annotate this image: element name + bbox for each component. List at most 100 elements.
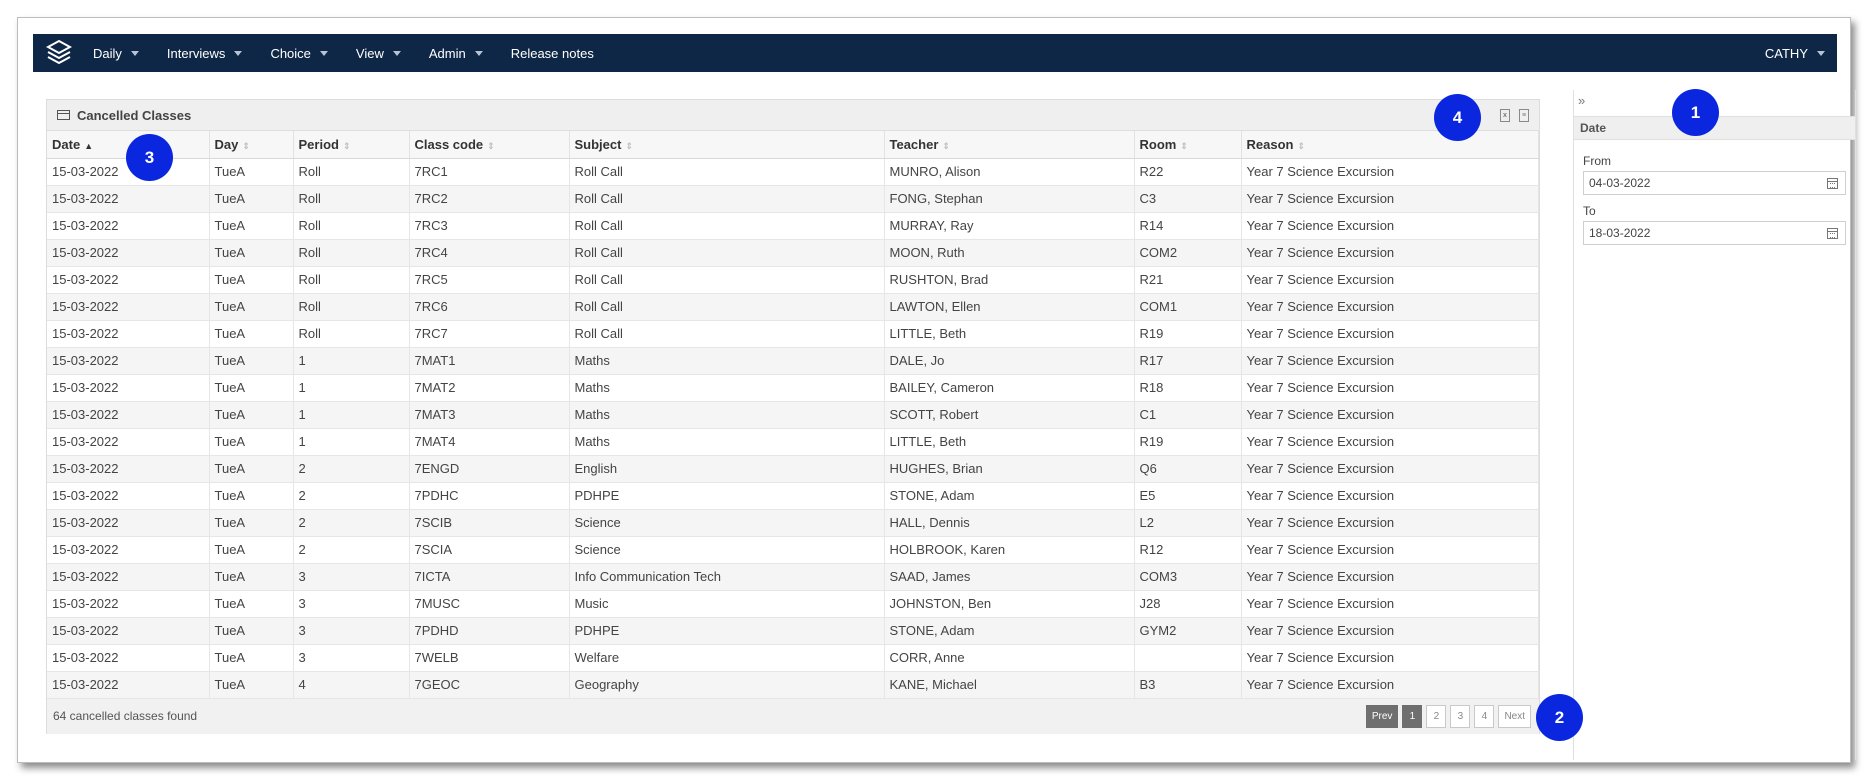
table-cell: 15-03-2022 <box>47 428 210 456</box>
table-row[interactable]: 15-03-2022 TueA 1 7MAT1 Maths DALE, Jo R17 Year… <box>47 347 1539 375</box>
table-cell: TueA <box>209 563 294 591</box>
column-header-day[interactable]: Day ⇕ <box>209 131 294 159</box>
table-row[interactable]: 15-03-2022 TueA 3 7PDHD PDHPE STONE, Adam GYM2… <box>47 617 1539 645</box>
column-header-class-code[interactable]: Class code ⇕ <box>409 131 570 159</box>
table-cell: Year 7 Science Excursion <box>1241 266 1539 294</box>
table-cell: Music <box>569 590 885 618</box>
table-cell: 2 <box>293 509 410 537</box>
table-cell: C3 <box>1134 185 1242 213</box>
table-row[interactable]: 15-03-2022 TueA Roll 7RC6 Roll Call LAWTON, E… <box>47 293 1539 321</box>
table-cell: HUGHES, Brian <box>884 455 1135 483</box>
table-cell: Roll Call <box>569 239 885 267</box>
chevron-down-icon <box>1817 50 1825 56</box>
table-row[interactable]: 15-03-2022 TueA 1 7MAT3 Maths SCOTT, Robert C1… <box>47 401 1539 429</box>
table-row[interactable]: 15-03-2022 TueA 2 7SCIB Science HALL, Dennis L… <box>47 509 1539 537</box>
calendar-icon[interactable] <box>1827 178 1838 189</box>
page-button-4[interactable]: 4 <box>1474 704 1495 728</box>
column-header-room[interactable]: Room ⇕ <box>1134 131 1242 159</box>
table-cell: Year 7 Science Excursion <box>1241 455 1539 483</box>
table-row[interactable]: 15-03-2022 TueA 1 7MAT2 Maths BAILEY, Cameron… <box>47 374 1539 402</box>
table-row[interactable]: 15-03-2022 TueA 3 7ICTA Info Communication T… <box>47 563 1539 591</box>
nav-item-admin[interactable]: Admin <box>415 34 497 72</box>
sort-icon: ⇕ <box>1297 140 1306 151</box>
column-header-teacher[interactable]: Teacher ⇕ <box>884 131 1135 159</box>
nav-item-daily[interactable]: Daily <box>79 34 153 72</box>
column-header-label: Class code <box>414 136 484 152</box>
table-cell: 7RC5 <box>409 266 570 294</box>
table-cell: Welfare <box>569 644 885 672</box>
table-cell: 15-03-2022 <box>47 185 210 213</box>
table-row[interactable]: 15-03-2022 TueA 2 7PDHC PDHPE STONE, Adam E5 Ye… <box>47 482 1539 510</box>
table-cell: COM2 <box>1134 239 1242 267</box>
table-row[interactable]: 15-03-2022 TueA Roll 7RC2 Roll Call FONG, Ste… <box>47 185 1539 213</box>
pagination: Prev 1 2 3 4 Next <box>1365 704 1531 728</box>
table-cell: HOLBROOK, Karen <box>884 536 1135 564</box>
column-header-reason[interactable]: Reason ⇕ <box>1241 131 1539 159</box>
column-header-label: Reason <box>1246 136 1294 152</box>
column-header-period[interactable]: Period ⇕ <box>293 131 410 159</box>
user-menu[interactable]: CATHY <box>1751 34 1837 72</box>
table-row[interactable]: 15-03-2022 TueA Roll 7RC4 Roll Call MOON, Rut… <box>47 239 1539 267</box>
table-cell: TueA <box>209 644 294 672</box>
table-cell: Year 7 Science Excursion <box>1241 536 1539 564</box>
table-row[interactable]: 15-03-2022 TueA 2 7SCIA Science HOLBROOK, Kar… <box>47 536 1539 564</box>
table-cell: 7MAT2 <box>409 374 570 402</box>
table-cell: 7ICTA <box>409 563 570 591</box>
column-header-subject[interactable]: Subject ⇕ <box>569 131 885 159</box>
table-cell <box>1134 644 1242 672</box>
table-cell: LITTLE, Beth <box>884 320 1135 348</box>
table-cell: Year 7 Science Excursion <box>1241 374 1539 402</box>
table-cell: KANE, Michael <box>884 671 1135 699</box>
table-cell: TueA <box>209 536 294 564</box>
nav-item-view[interactable]: View <box>342 34 415 72</box>
page-button-3[interactable]: 3 <box>1450 704 1471 728</box>
table-row[interactable]: 15-03-2022 TueA 2 7ENGD English HUGHES, Brian… <box>47 455 1539 483</box>
table-cell: BAILEY, Cameron <box>884 374 1135 402</box>
page-button-1[interactable]: 1 <box>1402 704 1423 728</box>
table-row[interactable]: 15-03-2022 TueA 3 7WELB Welfare CORR, Anne Yea… <box>47 644 1539 672</box>
calendar-icon[interactable] <box>1827 228 1838 239</box>
table-row[interactable]: 15-03-2022 TueA Roll 7RC3 Roll Call MURRAY, R… <box>47 212 1539 240</box>
excel-export-icon[interactable]: x <box>1500 109 1510 122</box>
prev-page-button[interactable]: Prev <box>1365 704 1399 728</box>
table-cell: C1 <box>1134 401 1242 429</box>
table-row[interactable]: 15-03-2022 TueA 3 7MUSC Music JOHNSTON, Ben J2… <box>47 590 1539 618</box>
column-header-label: Teacher <box>889 136 939 152</box>
table-cell: Year 7 Science Excursion <box>1241 320 1539 348</box>
table-cell: Roll <box>293 293 410 321</box>
table-cell: 7ENGD <box>409 455 570 483</box>
chevron-down-icon <box>392 50 401 56</box>
table-cell: 7RC1 <box>409 158 570 186</box>
table-cell: 7RC6 <box>409 293 570 321</box>
nav-item-choice[interactable]: Choice <box>256 34 341 72</box>
from-date-field[interactable]: 04-03-2022 <box>1583 171 1846 195</box>
table-row[interactable]: 15-03-2022 TueA 1 7MAT4 Maths LITTLE, Beth R19… <box>47 428 1539 456</box>
result-count: 64 cancelled classes found <box>53 709 198 723</box>
table-cell: COM1 <box>1134 293 1242 321</box>
callout-badge-2: 2 <box>1536 694 1583 741</box>
table-row[interactable]: 15-03-2022 TueA 4 7GEOC Geography KANE, Micha… <box>47 671 1539 699</box>
table-row[interactable]: 15-03-2022 TueA Roll 7RC5 Roll Call RUSHTON, … <box>47 266 1539 294</box>
table-cell: 7PDHD <box>409 617 570 645</box>
table-cell: 3 <box>293 644 410 672</box>
page-button-2[interactable]: 2 <box>1426 704 1447 728</box>
nav-item-interviews[interactable]: Interviews <box>153 34 257 72</box>
nav-item-label: Daily <box>93 45 122 61</box>
layers-logo-icon[interactable] <box>39 34 79 72</box>
nav-item-label: View <box>355 45 384 61</box>
collapse-sidebar-button[interactable]: » <box>1578 93 1585 108</box>
chevron-down-icon <box>130 50 139 56</box>
table-cell: STONE, Adam <box>884 482 1135 510</box>
next-page-button[interactable]: Next <box>1498 704 1531 728</box>
table-cell: Year 7 Science Excursion <box>1241 644 1539 672</box>
table-cell: Maths <box>569 401 885 429</box>
pdf-export-icon[interactable]: ≡ <box>1519 109 1529 122</box>
table-cell: Year 7 Science Excursion <box>1241 212 1539 240</box>
to-date-field[interactable]: 18-03-2022 <box>1583 221 1846 245</box>
nav-item-release-notes[interactable]: Release notes <box>497 34 608 72</box>
table-row[interactable]: 15-03-2022 TueA Roll 7RC1 Roll Call MUNRO, Al… <box>47 158 1539 186</box>
callout-badge-3: 3 <box>126 134 173 181</box>
table-cell: PDHPE <box>569 482 885 510</box>
table-row[interactable]: 15-03-2022 TueA Roll 7RC7 Roll Call LITTLE, B… <box>47 320 1539 348</box>
sort-icon: ⇕ <box>487 140 495 151</box>
